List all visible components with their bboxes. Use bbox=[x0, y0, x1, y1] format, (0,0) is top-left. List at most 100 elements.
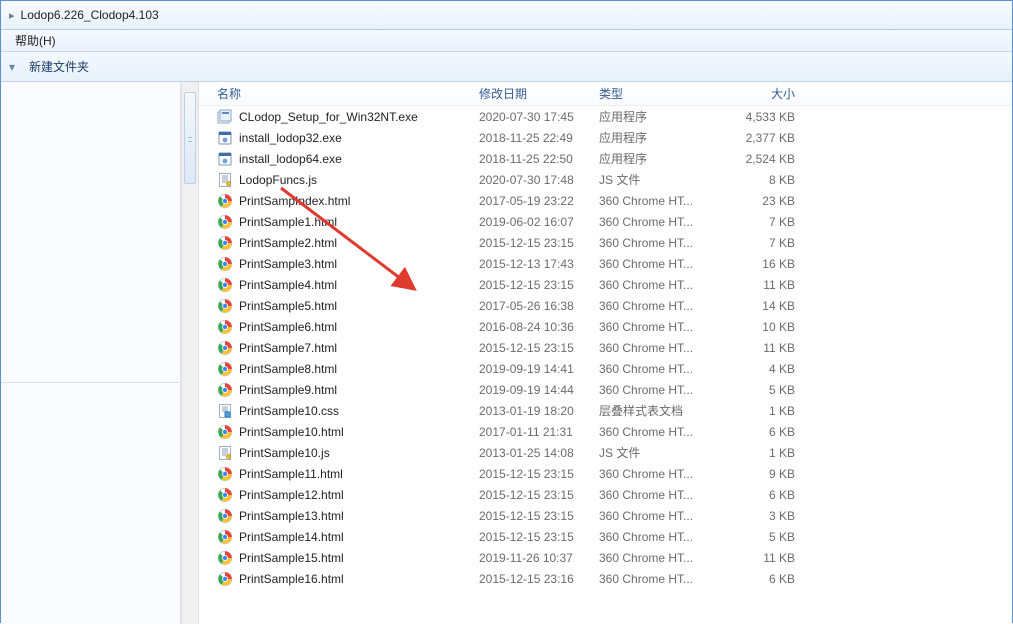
file-row[interactable]: PrintSample5.html2017-05-26 16:38360 Chr… bbox=[199, 295, 1012, 316]
chrome-icon bbox=[217, 256, 233, 272]
file-name-cell[interactable]: PrintSample3.html bbox=[217, 256, 479, 272]
column-name[interactable]: 名称 bbox=[217, 85, 479, 102]
file-type-cell: 360 Chrome HT... bbox=[599, 320, 715, 334]
file-name-label: PrintSample4.html bbox=[239, 278, 337, 292]
file-type-cell: 360 Chrome HT... bbox=[599, 572, 715, 586]
file-row[interactable]: PrintSample11.html2015-12-15 23:15360 Ch… bbox=[199, 463, 1012, 484]
file-row[interactable]: PrintSample9.html2019-09-19 14:44360 Chr… bbox=[199, 379, 1012, 400]
column-headers[interactable]: 名称 修改日期 类型 大小 bbox=[199, 82, 1012, 106]
file-name-cell[interactable]: PrintSample5.html bbox=[217, 298, 479, 314]
menu-help[interactable]: 帮助(H) bbox=[9, 32, 62, 49]
file-name-cell[interactable]: PrintSample4.html bbox=[217, 277, 479, 293]
file-name-cell[interactable]: install_lodop64.exe bbox=[217, 151, 479, 167]
file-name-cell[interactable]: LodopFuncs.js bbox=[217, 172, 479, 188]
file-row[interactable]: PrintSample10.js2013-01-25 14:08JS 文件1 K… bbox=[199, 442, 1012, 463]
chrome-icon bbox=[217, 382, 233, 398]
file-row[interactable]: LodopFuncs.js2020-07-30 17:48JS 文件8 KB bbox=[199, 169, 1012, 190]
column-type[interactable]: 类型 bbox=[599, 85, 715, 102]
file-name-cell[interactable]: PrintSampIndex.html bbox=[217, 193, 479, 209]
navigation-pane[interactable] bbox=[1, 82, 181, 624]
file-name-cell[interactable]: PrintSample14.html bbox=[217, 529, 479, 545]
file-row[interactable]: PrintSample13.html2015-12-15 23:15360 Ch… bbox=[199, 505, 1012, 526]
file-row[interactable]: CLodop_Setup_for_Win32NT.exe2020-07-30 1… bbox=[199, 106, 1012, 127]
file-name-cell[interactable]: PrintSample15.html bbox=[217, 550, 479, 566]
file-date-cell: 2018-11-25 22:50 bbox=[479, 152, 599, 166]
file-name-cell[interactable]: PrintSample8.html bbox=[217, 361, 479, 377]
file-name-cell[interactable]: PrintSample7.html bbox=[217, 340, 479, 356]
new-folder-button[interactable]: 新建文件夹 bbox=[29, 58, 89, 75]
file-row[interactable]: PrintSample3.html2015-12-13 17:43360 Chr… bbox=[199, 253, 1012, 274]
file-row[interactable]: PrintSample14.html2015-12-15 23:15360 Ch… bbox=[199, 526, 1012, 547]
file-type-cell: 360 Chrome HT... bbox=[599, 278, 715, 292]
file-name-label: PrintSample5.html bbox=[239, 299, 337, 313]
file-date-cell: 2019-11-26 10:37 bbox=[479, 551, 599, 565]
file-name-cell[interactable]: PrintSample10.html bbox=[217, 424, 479, 440]
chrome-icon bbox=[217, 361, 233, 377]
breadcrumb-path[interactable]: Lodop6.226_Clodop4.103 bbox=[21, 8, 159, 22]
file-name-cell[interactable]: CLodop_Setup_for_Win32NT.exe bbox=[217, 109, 479, 125]
chrome-icon bbox=[217, 550, 233, 566]
file-row[interactable]: install_lodop32.exe2018-11-25 22:49应用程序2… bbox=[199, 127, 1012, 148]
file-row[interactable]: PrintSample1.html2019-06-02 16:07360 Chr… bbox=[199, 211, 1012, 232]
tool-bar: ▾ 新建文件夹 bbox=[1, 52, 1012, 82]
file-size-cell: 2,524 KB bbox=[715, 152, 795, 166]
file-row[interactable]: PrintSample10.html2017-01-11 21:31360 Ch… bbox=[199, 421, 1012, 442]
exe-icon bbox=[217, 151, 233, 167]
explorer-window: ▸ Lodop6.226_Clodop4.103 帮助(H) ▾ 新建文件夹 名… bbox=[0, 0, 1013, 623]
file-date-cell: 2015-12-13 17:43 bbox=[479, 257, 599, 271]
file-size-cell: 4,533 KB bbox=[715, 110, 795, 124]
column-size[interactable]: 大小 bbox=[715, 85, 795, 102]
file-name-cell[interactable]: PrintSample10.js bbox=[217, 445, 479, 461]
file-type-cell: 360 Chrome HT... bbox=[599, 215, 715, 229]
file-type-cell: 360 Chrome HT... bbox=[599, 488, 715, 502]
toolbar-back-glyph[interactable]: ▾ bbox=[9, 60, 15, 74]
file-name-cell[interactable]: PrintSample2.html bbox=[217, 235, 479, 251]
file-name-label: PrintSample1.html bbox=[239, 215, 337, 229]
chrome-icon bbox=[217, 529, 233, 545]
file-row[interactable]: PrintSample15.html2019-11-26 10:37360 Ch… bbox=[199, 547, 1012, 568]
file-row[interactable]: install_lodop64.exe2018-11-25 22:50应用程序2… bbox=[199, 148, 1012, 169]
file-name-cell[interactable]: install_lodop32.exe bbox=[217, 130, 479, 146]
chrome-icon bbox=[217, 340, 233, 356]
column-date[interactable]: 修改日期 bbox=[479, 85, 599, 102]
file-row[interactable]: PrintSample6.html2016-08-24 10:36360 Chr… bbox=[199, 316, 1012, 337]
file-date-cell: 2020-07-30 17:48 bbox=[479, 173, 599, 187]
chrome-icon bbox=[217, 193, 233, 209]
file-type-cell: 360 Chrome HT... bbox=[599, 425, 715, 439]
file-row[interactable]: PrintSample8.html2019-09-19 14:41360 Chr… bbox=[199, 358, 1012, 379]
file-row[interactable]: PrintSample2.html2015-12-15 23:15360 Chr… bbox=[199, 232, 1012, 253]
file-name-label: PrintSample13.html bbox=[239, 509, 344, 523]
chrome-icon bbox=[217, 298, 233, 314]
file-name-cell[interactable]: PrintSample12.html bbox=[217, 487, 479, 503]
scrollbar-thumb[interactable] bbox=[184, 92, 196, 184]
file-name-cell[interactable]: PrintSample11.html bbox=[217, 466, 479, 482]
file-list-pane: 名称 修改日期 类型 大小 CLodop_Setup_for_Win32NT.e… bbox=[199, 82, 1012, 624]
scrollbar-vertical[interactable] bbox=[181, 82, 199, 624]
file-name-label: install_lodop32.exe bbox=[239, 131, 342, 145]
file-name-label: PrintSample2.html bbox=[239, 236, 337, 250]
file-type-cell: 360 Chrome HT... bbox=[599, 467, 715, 481]
file-name-cell[interactable]: PrintSample1.html bbox=[217, 214, 479, 230]
file-row[interactable]: PrintSample10.css2013-01-19 18:20层叠样式表文档… bbox=[199, 400, 1012, 421]
file-row[interactable]: PrintSample12.html2015-12-15 23:15360 Ch… bbox=[199, 484, 1012, 505]
file-type-cell: 360 Chrome HT... bbox=[599, 194, 715, 208]
file-name-cell[interactable]: PrintSample10.css bbox=[217, 403, 479, 419]
exe-icon bbox=[217, 130, 233, 146]
file-row[interactable]: PrintSample7.html2015-12-15 23:15360 Chr… bbox=[199, 337, 1012, 358]
file-name-cell[interactable]: PrintSample13.html bbox=[217, 508, 479, 524]
file-name-cell[interactable]: PrintSample9.html bbox=[217, 382, 479, 398]
file-size-cell: 9 KB bbox=[715, 467, 795, 481]
file-row[interactable]: PrintSampIndex.html2017-05-19 23:22360 C… bbox=[199, 190, 1012, 211]
file-name-cell[interactable]: PrintSample6.html bbox=[217, 319, 479, 335]
file-size-cell: 6 KB bbox=[715, 488, 795, 502]
file-date-cell: 2013-01-25 14:08 bbox=[479, 446, 599, 460]
file-row[interactable]: PrintSample16.html2015-12-15 23:16360 Ch… bbox=[199, 568, 1012, 589]
file-name-label: LodopFuncs.js bbox=[239, 173, 317, 187]
address-bar[interactable]: ▸ Lodop6.226_Clodop4.103 bbox=[1, 1, 1012, 30]
file-date-cell: 2016-08-24 10:36 bbox=[479, 320, 599, 334]
file-size-cell: 5 KB bbox=[715, 530, 795, 544]
file-type-cell: 360 Chrome HT... bbox=[599, 383, 715, 397]
file-name-label: PrintSampIndex.html bbox=[239, 194, 350, 208]
file-row[interactable]: PrintSample4.html2015-12-15 23:15360 Chr… bbox=[199, 274, 1012, 295]
file-name-cell[interactable]: PrintSample16.html bbox=[217, 571, 479, 587]
